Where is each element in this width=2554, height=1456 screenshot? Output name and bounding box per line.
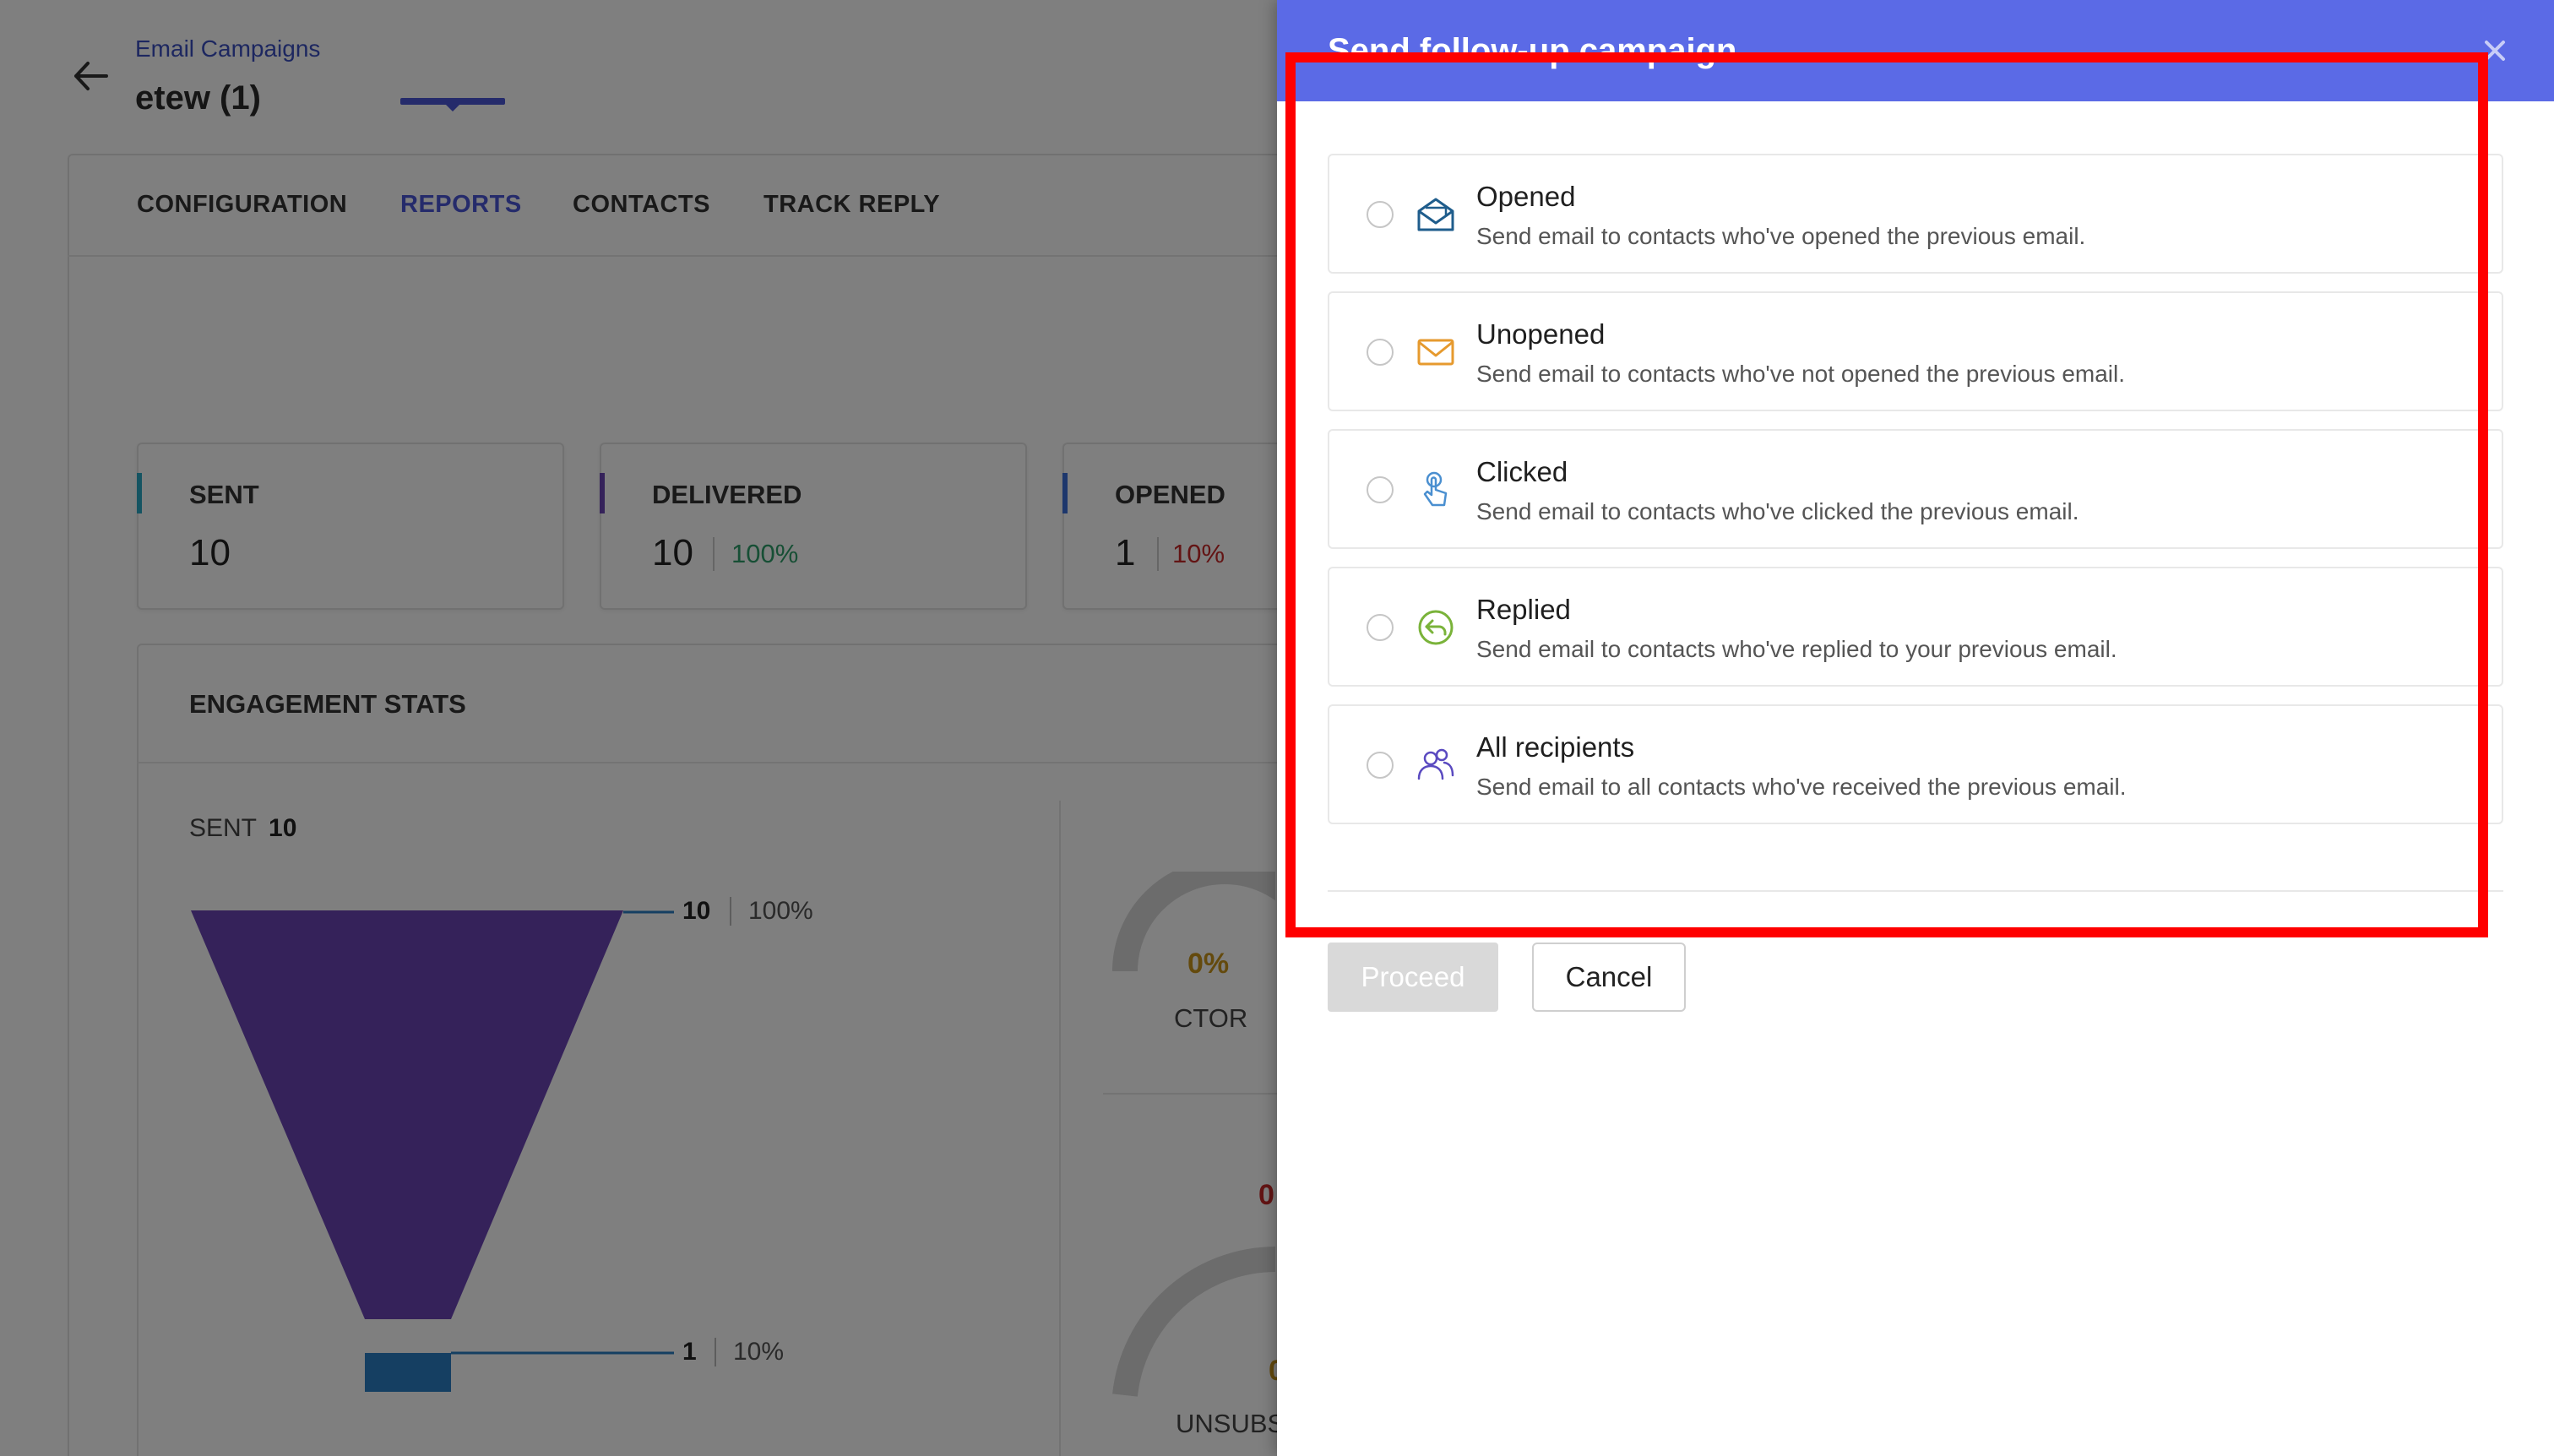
option-title: Unopened	[1476, 318, 1606, 350]
option-title: Replied	[1476, 594, 1571, 625]
envelope-open-icon	[1417, 198, 1454, 231]
radio-button[interactable]	[1367, 201, 1394, 228]
footer-divider	[1328, 890, 2503, 892]
option-description: Send email to contacts who've replied to…	[1476, 636, 2117, 662]
close-icon[interactable]	[2475, 30, 2515, 71]
radio-button[interactable]	[1367, 339, 1394, 366]
radio-button[interactable]	[1367, 614, 1394, 641]
option-opened[interactable]: Opened Send email to contacts who've ope…	[1328, 154, 2503, 274]
option-description: Send email to contacts who've clicked th…	[1476, 498, 2079, 524]
drawer-header: Send follow-up campaign	[1277, 0, 2554, 101]
radio-button[interactable]	[1367, 752, 1394, 779]
modal-backdrop[interactable]	[0, 0, 1277, 1456]
cancel-button[interactable]: Cancel	[1532, 943, 1686, 1012]
envelope-icon	[1417, 339, 1454, 366]
option-clicked[interactable]: Clicked Send email to contacts who've cl…	[1328, 429, 2503, 549]
option-description: Send email to contacts who've not opened…	[1476, 361, 2126, 387]
reply-icon	[1418, 610, 1454, 645]
option-replied[interactable]: Replied Send email to contacts who've re…	[1328, 567, 2503, 687]
option-all-recipients[interactable]: All recipients Send email to all contact…	[1328, 704, 2503, 824]
follow-up-campaign-drawer: Send follow-up campaign Opened Send emai…	[1277, 0, 2554, 1456]
drawer-title: Send follow-up campaign	[1328, 32, 1737, 69]
users-icon	[1417, 748, 1454, 780]
option-title: Opened	[1476, 181, 1576, 212]
option-description: Send email to all contacts who've receiv…	[1476, 774, 2127, 800]
pointer-click-icon	[1423, 471, 1448, 507]
option-description: Send email to contacts who've opened the…	[1476, 223, 2086, 249]
radio-button[interactable]	[1367, 476, 1394, 503]
option-title: All recipients	[1476, 731, 1635, 763]
option-unopened[interactable]: Unopened Send email to contacts who've n…	[1328, 291, 2503, 411]
proceed-button[interactable]: Proceed	[1328, 943, 1498, 1012]
option-title: Clicked	[1476, 456, 1568, 487]
